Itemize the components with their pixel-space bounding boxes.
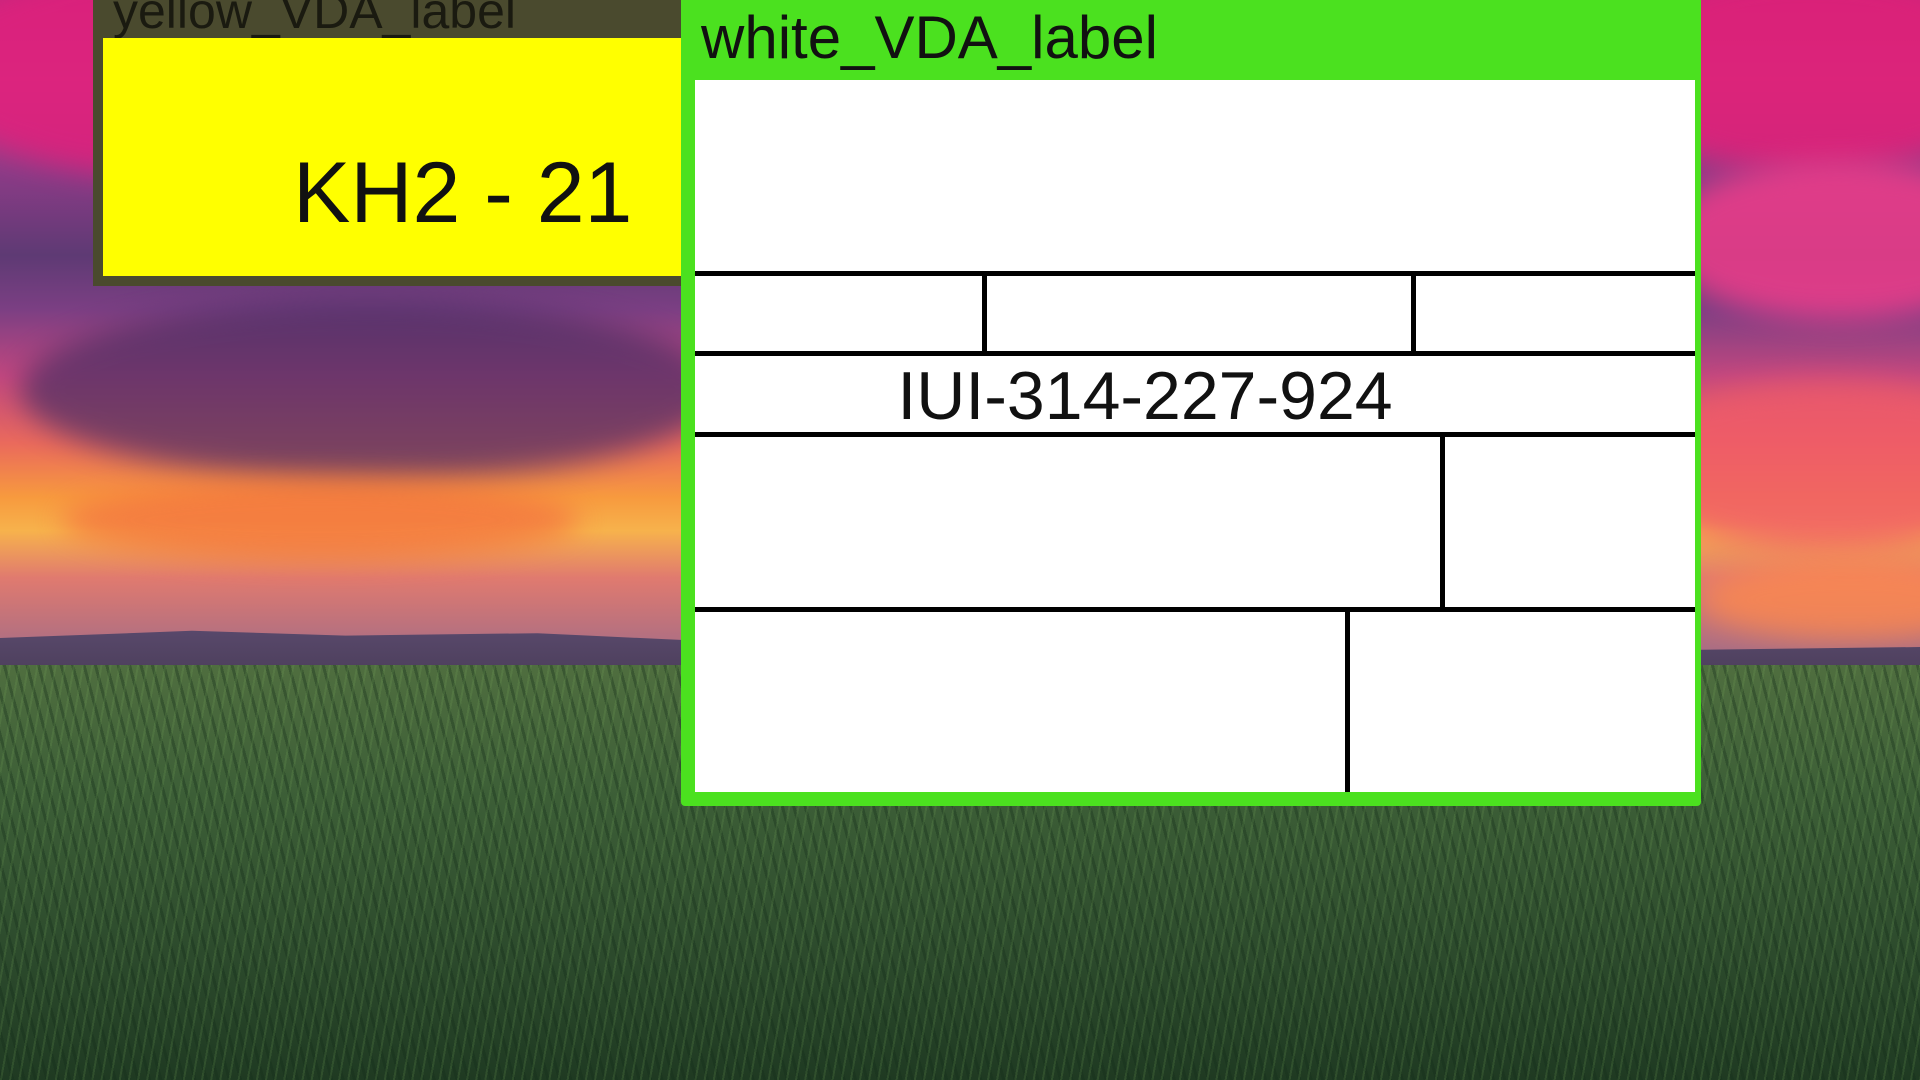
label-grid: IUI-314-227-924 xyxy=(695,80,1695,792)
white-window-title: white_VDA_label xyxy=(701,4,1158,71)
cloud xyxy=(60,480,580,560)
white-label-window[interactable]: white_VDA_label IUI-314-227-924 xyxy=(681,0,1701,806)
label-cell-header xyxy=(695,80,1695,271)
white-window-titlebar[interactable]: white_VDA_label xyxy=(681,0,1701,80)
yellow-label-code: KH2 - 21 xyxy=(293,145,633,241)
white-label-canvas[interactable]: IUI-314-227-924 xyxy=(695,80,1695,792)
label-id-text: IUI-314-227-924 xyxy=(897,358,1393,434)
yellow-label-canvas[interactable]: KH2 - 21 xyxy=(103,38,723,276)
grid-line xyxy=(695,351,1695,356)
label-cell-row4-left xyxy=(695,437,1440,607)
yellow-window-titlebar[interactable]: yellow_VDA_label xyxy=(93,0,733,36)
cloud xyxy=(20,300,720,480)
label-cell-row2-left xyxy=(695,276,982,351)
label-cell-row2-middle xyxy=(987,276,1410,351)
label-cell-row2-right xyxy=(1416,276,1695,351)
yellow-window-title: yellow_VDA_label xyxy=(113,0,517,39)
label-cell-row4-right xyxy=(1445,437,1695,607)
label-cell-row5-left xyxy=(695,612,1345,792)
yellow-label-window[interactable]: yellow_VDA_label KH2 - 21 xyxy=(93,0,733,286)
label-cell-row5-right xyxy=(1350,612,1695,792)
